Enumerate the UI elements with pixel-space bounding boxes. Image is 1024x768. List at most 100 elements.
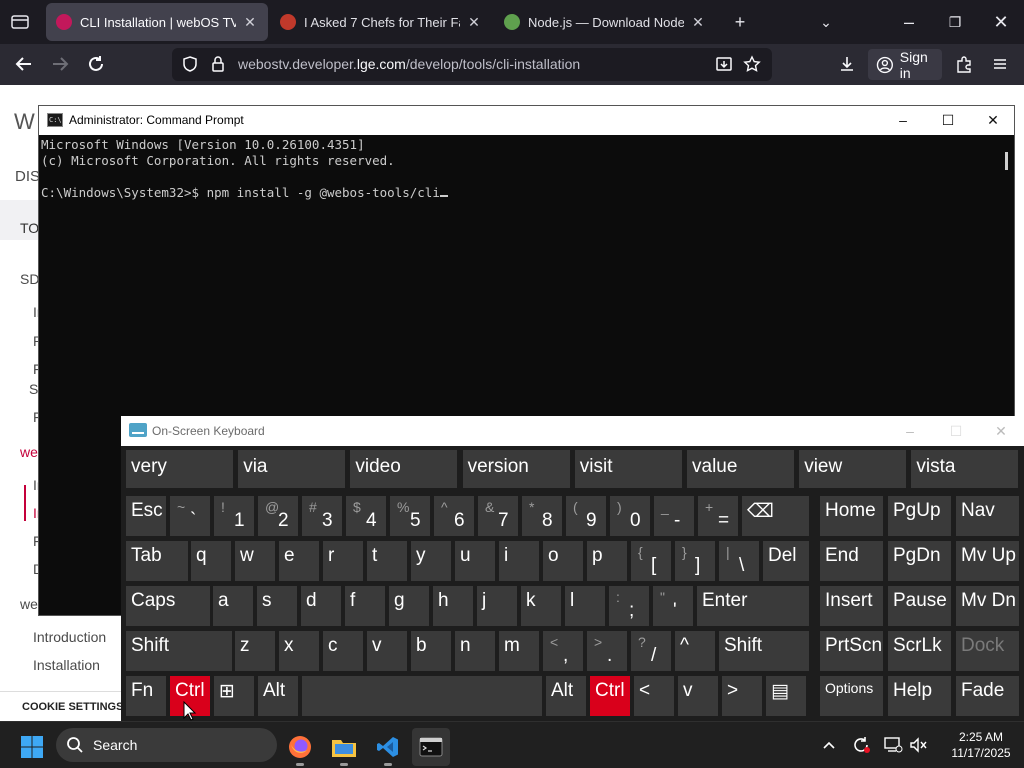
page-nav-fragment[interactable]: TO xyxy=(20,220,39,236)
key-v[interactable]: v xyxy=(678,676,718,716)
key-pgup[interactable]: PgUp xyxy=(888,496,951,536)
key-tab[interactable]: Tab xyxy=(126,541,188,581)
key-symbol[interactable]: <, xyxy=(543,631,583,671)
console-input-line[interactable]: C:\Windows\System32>$ npm install -g @we… xyxy=(41,185,1001,201)
taskbar-search-box[interactable]: Search xyxy=(56,728,277,762)
key-3[interactable]: #3 xyxy=(302,496,342,536)
key-c[interactable]: c xyxy=(323,631,363,671)
key-fade[interactable]: Fade xyxy=(956,676,1019,716)
back-arrow-icon[interactable] xyxy=(12,52,36,76)
browser-tab[interactable]: I Asked 7 Chefs for Their Favorit ✕ xyxy=(270,3,492,41)
prediction-version[interactable]: version xyxy=(462,450,570,488)
lock-icon[interactable] xyxy=(206,52,230,76)
key-esc[interactable]: Esc xyxy=(126,496,166,536)
key-8[interactable]: * 8 xyxy=(522,496,562,536)
osk-titlebar[interactable]: On-Screen Keyboard – ☐ ✕ xyxy=(121,416,1024,446)
key-symbol[interactable]: ~ ` xyxy=(170,496,210,536)
prediction-vista[interactable]: vista xyxy=(911,450,1019,488)
close-browser-button[interactable]: ✕ xyxy=(989,10,1013,34)
key-0[interactable]: ) 0 xyxy=(610,496,650,536)
tracking-protection-shield-icon[interactable] xyxy=(178,52,202,76)
key-o[interactable]: o xyxy=(543,541,583,581)
sign-in-button[interactable]: Sign in xyxy=(868,49,942,81)
key-u[interactable]: u xyxy=(455,541,495,581)
taskbar-clock[interactable]: 2:25 AM 11/17/2025 xyxy=(941,729,1021,761)
address-bar[interactable]: webostv.developer.lge.com/develop/tools/… xyxy=(172,48,772,81)
nav-link-introduction[interactable]: Introduction xyxy=(33,629,106,645)
network-icon[interactable] xyxy=(882,734,904,756)
key-r[interactable]: r xyxy=(323,541,363,581)
start-button[interactable] xyxy=(13,728,51,766)
key-alt[interactable]: Alt xyxy=(258,676,298,716)
key-7[interactable]: & 7 xyxy=(478,496,518,536)
key-f[interactable]: f xyxy=(345,586,385,626)
reload-icon[interactable] xyxy=(84,52,108,76)
key-symbol[interactable]: ^ xyxy=(675,631,715,671)
key-n[interactable]: n xyxy=(455,631,495,671)
key-home[interactable]: Home xyxy=(820,496,883,536)
browser-tab[interactable]: CLI Installation | webOS TV Dev ✕ xyxy=(46,3,268,41)
new-tab-button[interactable]: + xyxy=(728,10,752,34)
key-y[interactable]: y xyxy=(411,541,451,581)
key-shift[interactable]: Shift xyxy=(719,631,809,671)
menu-hamburger-icon[interactable] xyxy=(988,52,1012,76)
volume-muted-icon[interactable] xyxy=(908,734,930,756)
key-t[interactable]: t xyxy=(367,541,407,581)
key-end[interactable]: End xyxy=(820,541,883,581)
key-q[interactable]: q xyxy=(191,541,231,581)
key-4[interactable]: $4 xyxy=(346,496,386,536)
cmd-maximize-button[interactable]: ☐ xyxy=(925,106,971,135)
key-symbol[interactable]: :; xyxy=(609,586,649,626)
sync-status-icon[interactable] xyxy=(850,734,872,756)
key-i[interactable]: i xyxy=(499,541,539,581)
key-symbol[interactable]: ▤ xyxy=(766,676,806,716)
key-nav[interactable]: Nav xyxy=(956,496,1019,536)
key-v[interactable]: v xyxy=(367,631,407,671)
key-pause[interactable]: Pause xyxy=(888,586,951,626)
key-fn[interactable]: Fn xyxy=(126,676,166,716)
key-w[interactable]: w xyxy=(235,541,275,581)
key-5[interactable]: % 5 xyxy=(390,496,430,536)
prediction-via[interactable]: via xyxy=(238,450,346,488)
cookie-settings-button[interactable]: COOKIE SETTINGS xyxy=(0,691,123,721)
key-d[interactable]: d xyxy=(301,586,341,626)
key-6[interactable]: ^ 6 xyxy=(434,496,474,536)
key-m[interactable]: m xyxy=(499,631,539,671)
key-j[interactable]: j xyxy=(477,586,517,626)
key-mv-dn[interactable]: Mv Dn xyxy=(956,586,1019,626)
key-9[interactable]: (9 xyxy=(566,496,606,536)
minimize-browser-button[interactable]: – xyxy=(897,10,921,34)
key-z[interactable]: z xyxy=(235,631,275,671)
key-del[interactable]: Del xyxy=(763,541,809,581)
page-nav-fragment[interactable]: S xyxy=(29,381,38,397)
key-h[interactable]: h xyxy=(433,586,473,626)
key-e[interactable]: e xyxy=(279,541,319,581)
key-symbol[interactable]: ⊞ xyxy=(214,676,254,716)
key-caps[interactable]: Caps xyxy=(126,586,210,626)
prediction-video[interactable]: video xyxy=(350,450,458,488)
prediction-visit[interactable]: visit xyxy=(574,450,682,488)
key-symbol[interactable]: ? / xyxy=(631,631,671,671)
nav-link-installation[interactable]: Installation xyxy=(33,657,100,673)
key-b[interactable]: b xyxy=(411,631,451,671)
osk-close-button[interactable]: ✕ xyxy=(978,416,1024,446)
bookmark-star-icon[interactable] xyxy=(740,52,764,76)
key-pgdn[interactable]: PgDn xyxy=(888,541,951,581)
cmd-close-button[interactable]: ✕ xyxy=(970,106,1016,135)
key-symbol[interactable]: }] xyxy=(675,541,715,581)
reader-view-icon[interactable] xyxy=(712,52,736,76)
key-scrlk[interactable]: ScrLk xyxy=(888,631,951,671)
key-l[interactable]: l xyxy=(565,586,605,626)
key-symbol[interactable]: + = xyxy=(698,496,738,536)
key-k[interactable]: k xyxy=(521,586,561,626)
taskbar-vscode[interactable] xyxy=(369,728,407,766)
command-prompt-titlebar[interactable]: C:\ Administrator: Command Prompt – ☐ ✕ xyxy=(39,106,1014,135)
key-insert[interactable]: Insert xyxy=(820,586,883,626)
tab-close-icon[interactable]: ✕ xyxy=(466,14,482,30)
key-x[interactable]: x xyxy=(279,631,319,671)
taskbar-firefox[interactable] xyxy=(281,728,319,766)
prediction-value[interactable]: value xyxy=(687,450,794,488)
list-all-tabs-chevron-icon[interactable]: ⌄ xyxy=(814,10,838,34)
key-prtscn[interactable]: PrtScn xyxy=(820,631,883,671)
key-enter[interactable]: Enter xyxy=(697,586,809,626)
